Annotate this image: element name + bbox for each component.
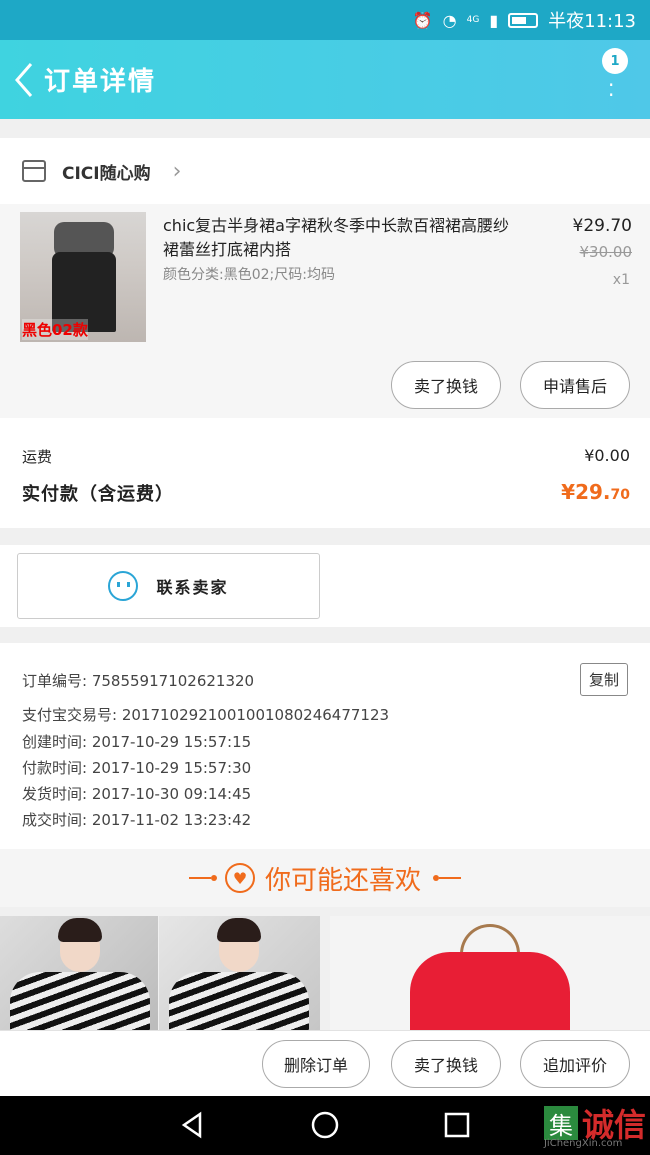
created-row: 创建时间: 2017-10-29 15:57:15 (22, 731, 251, 752)
order-number-row: 订单编号: 75855917102621320 (22, 670, 254, 691)
shipped-label: 发货时间: (22, 785, 88, 803)
recommend-item-image[interactable] (0, 916, 158, 1030)
contact-section: 联系卖家 (0, 545, 650, 627)
product-original-price: ¥30.00 (579, 243, 633, 261)
paid-label: 实付款（含运费） (22, 484, 174, 505)
paid-row: 付款时间: 2017-10-29 15:57:30 (22, 757, 251, 778)
contact-seller-button[interactable]: 联系卖家 (17, 553, 320, 619)
status-icons: ⏰ ◔ 4G ▮ (412, 10, 539, 30)
network-label: 4G (466, 15, 480, 25)
created-label: 创建时间: (22, 733, 88, 751)
page-title: 订单详情 (44, 67, 157, 97)
paid-value: ¥29.70 (561, 480, 630, 504)
product-card: 黑色02款 chic复古半身裙a字裙秋冬季中长款百褶裙高腰纱裙蕾丝打底裙内搭 颜… (0, 204, 650, 418)
paid-time-value: 2017-10-29 15:57:30 (91, 759, 252, 777)
paid-value-decimal: 70 (610, 487, 630, 503)
shipped-row: 发货时间: 2017-10-30 09:14:45 (22, 783, 251, 804)
paid-value-main: ¥29. (561, 480, 611, 504)
fee-section: 运费 ¥0.00 实付款（含运费） ¥29.70 (0, 418, 650, 528)
completed-label: 成交时间: (22, 811, 88, 829)
image-tag: 黑色02款 (22, 319, 88, 340)
wifi-icon: ◔ (442, 10, 457, 30)
chevron-right-icon: › (172, 158, 182, 184)
recommend-item-image[interactable] (159, 916, 320, 1030)
product-title[interactable]: chic复古半身裙a字裙秋冬季中长款百褶裙高腰纱裙蕾丝打底裙内搭 (163, 214, 523, 262)
notification-badge: 1 (602, 48, 628, 74)
back-arrow-icon[interactable] (4, 50, 44, 110)
status-bar: ⏰ ◔ 4G ▮ 半夜11:13 (0, 0, 650, 40)
order-info-section: 订单编号: 75855917102621320 复制 支付宝交易号: 20171… (0, 643, 650, 849)
sell-exchange-button-bottom[interactable]: 卖了换钱 (391, 1040, 501, 1088)
signal-icon: ▮ (489, 10, 499, 30)
status-time: 半夜11:13 (548, 11, 636, 32)
watermark: 集 诚信 JiChengXin.com (543, 1100, 646, 1149)
alarm-icon: ⏰ (412, 10, 433, 30)
store-icon (22, 160, 46, 182)
nav-back-icon[interactable] (178, 1110, 208, 1140)
add-review-button[interactable]: 追加评价 (520, 1040, 630, 1088)
more-icon[interactable]: 1 · · (596, 48, 628, 108)
battery-icon (508, 12, 539, 28)
product-image[interactable]: 黑色02款 (20, 212, 146, 342)
divider-dot-left (210, 875, 217, 881)
copy-button[interactable]: 复制 (580, 663, 628, 696)
recommend-heading: ♥ 你可能还喜欢 (0, 849, 650, 907)
order-number-label: 订单编号: (22, 672, 88, 690)
recommend-title: 你可能还喜欢 (264, 865, 421, 896)
recommend-item-image[interactable] (330, 916, 650, 1030)
watermark-sub: JiChengXin.com (543, 1138, 623, 1149)
heart-icon: ♥ (224, 863, 255, 893)
shipping-label: 运费 (22, 448, 53, 466)
hanger-shape (460, 924, 520, 954)
product-price: ¥29.70 (572, 216, 632, 236)
alipay-label: 支付宝交易号: (22, 706, 118, 724)
recommend-grid (0, 916, 650, 1030)
striped-sweater-shape (10, 972, 150, 1030)
hair-shape (58, 918, 102, 942)
divider-right (439, 877, 461, 879)
contact-face-icon (108, 571, 139, 601)
header-bar: 订单详情 1 · · (0, 40, 650, 119)
nav-home-icon[interactable] (310, 1110, 340, 1140)
alipay-row: 支付宝交易号: 2017102921001001080246477123 (22, 704, 389, 725)
product-spec: 颜色分类:黑色02;尺码:均码 (163, 267, 335, 283)
bottom-action-bar: 删除订单 卖了换钱 追加评价 (0, 1030, 650, 1096)
red-hoodie-shape (410, 952, 570, 1030)
completed-row: 成交时间: 2017-11-02 13:23:42 (22, 809, 251, 830)
paid-time-label: 付款时间: (22, 759, 88, 777)
shipping-value: ¥0.00 (584, 446, 630, 465)
nav-recent-icon[interactable] (442, 1110, 472, 1140)
product-quantity: x1 (612, 272, 630, 288)
shipped-value: 2017-10-30 09:14:45 (91, 785, 252, 803)
hair-shape (217, 918, 261, 942)
contact-seller-label: 联系卖家 (156, 578, 229, 597)
created-value: 2017-10-29 15:57:15 (91, 733, 252, 751)
more-dots: · · (608, 73, 615, 107)
shop-name: CICI随心购 (62, 163, 151, 184)
striped-sweater-shape (169, 972, 309, 1030)
shop-row[interactable]: CICI随心购 › (0, 138, 650, 204)
delete-order-button[interactable]: 删除订单 (262, 1040, 370, 1088)
alipay-value: 2017102921001001080246477123 (121, 706, 390, 724)
completed-value: 2017-11-02 13:23:42 (91, 811, 252, 829)
watermark-logo: 集 (543, 1106, 578, 1140)
after-sale-button[interactable]: 申请售后 (520, 361, 630, 409)
sell-exchange-button[interactable]: 卖了换钱 (391, 361, 501, 409)
divider-left (188, 877, 211, 879)
order-number-value: 75855917102621320 (91, 672, 255, 690)
